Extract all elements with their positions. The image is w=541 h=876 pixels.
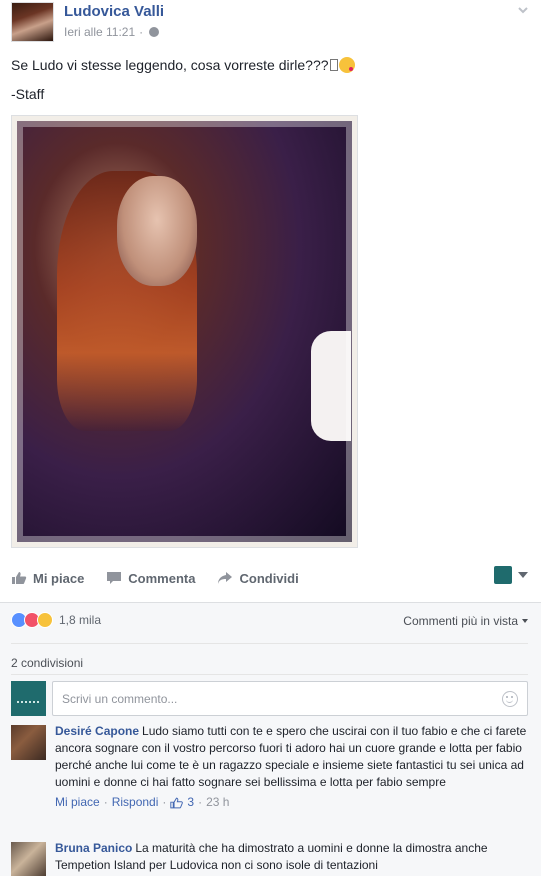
haha-reaction-icon	[37, 612, 53, 628]
caret-down-icon[interactable]	[518, 572, 528, 578]
share-label: Condividi	[239, 570, 299, 586]
share-icon	[218, 572, 233, 584]
divider	[11, 674, 528, 675]
smile-icon[interactable]	[502, 691, 518, 707]
comment-avatar[interactable]	[11, 725, 46, 760]
comment-avatar[interactable]	[11, 842, 46, 876]
sort-label: Commenti più in vista	[403, 614, 518, 628]
like-icon	[170, 797, 184, 808]
chevron-down-icon[interactable]	[517, 4, 529, 16]
author-name[interactable]: Ludovica Valli	[64, 3, 164, 20]
like-icon	[12, 572, 27, 584]
comment-sort-dropdown[interactable]: Commenti più in vista	[403, 614, 528, 628]
like-button[interactable]: Mi piace	[11, 571, 84, 586]
reactions-summary[interactable]: 1,8 mila	[11, 612, 101, 628]
caret-down-icon	[522, 619, 528, 623]
kiss-emoji-icon	[338, 57, 355, 73]
photo-frame	[17, 121, 352, 542]
post-text-content: Se Ludo vi stesse leggendo, cosa vorrest…	[11, 57, 329, 73]
post-photo[interactable]	[11, 115, 358, 548]
comment-label: Commenta	[128, 570, 196, 586]
share-button[interactable]: Condividi	[217, 570, 299, 586]
post-text: Se Ludo vi stesse leggendo, cosa vorrest…	[11, 56, 355, 74]
comment-author[interactable]: Desiré Capone	[55, 724, 139, 738]
meta-dot: ·	[103, 795, 108, 809]
missing-glyph	[329, 59, 338, 71]
comment-like-count[interactable]: 3	[187, 794, 194, 811]
meta-dot: ·	[198, 795, 203, 809]
comment-like-link[interactable]: Mi piace	[55, 794, 100, 811]
meta-dot: ·	[162, 795, 167, 809]
comment-body: Bruna Panico La maturità che ha dimostrat…	[55, 840, 530, 874]
comment-body: Desiré Capone Ludo siamo tutti con te e s…	[55, 723, 530, 811]
globe-icon	[149, 27, 160, 37]
comment-meta: Mi piace · Rispondi · 3 · 23 h	[55, 794, 530, 811]
post-time[interactable]: Ieri alle 11:21	[64, 25, 135, 39]
comment-author[interactable]: Bruna Panico	[55, 841, 132, 855]
comment-input[interactable]	[52, 681, 528, 716]
user-avatar[interactable]	[11, 681, 46, 716]
comment-time[interactable]: 23 h	[206, 794, 229, 811]
comment-icon	[107, 572, 122, 584]
like-label: Mi piace	[33, 570, 85, 586]
author-avatar[interactable]	[11, 2, 54, 42]
divider	[11, 643, 528, 644]
reaction-count: 1,8 mila	[59, 613, 102, 627]
comment-button[interactable]: Commenta	[106, 571, 195, 586]
share-as-avatar[interactable]	[494, 566, 512, 584]
action-bar: Mi piace Commenta Condividi	[11, 563, 528, 593]
shares-count[interactable]: 2 condivisioni	[11, 656, 83, 670]
meta-separator: ·	[139, 25, 144, 39]
comment-reply-link[interactable]: Rispondi	[112, 794, 159, 811]
post-meta: Ieri alle 11:21 ·	[64, 25, 160, 39]
post-signature: -Staff	[11, 86, 45, 102]
